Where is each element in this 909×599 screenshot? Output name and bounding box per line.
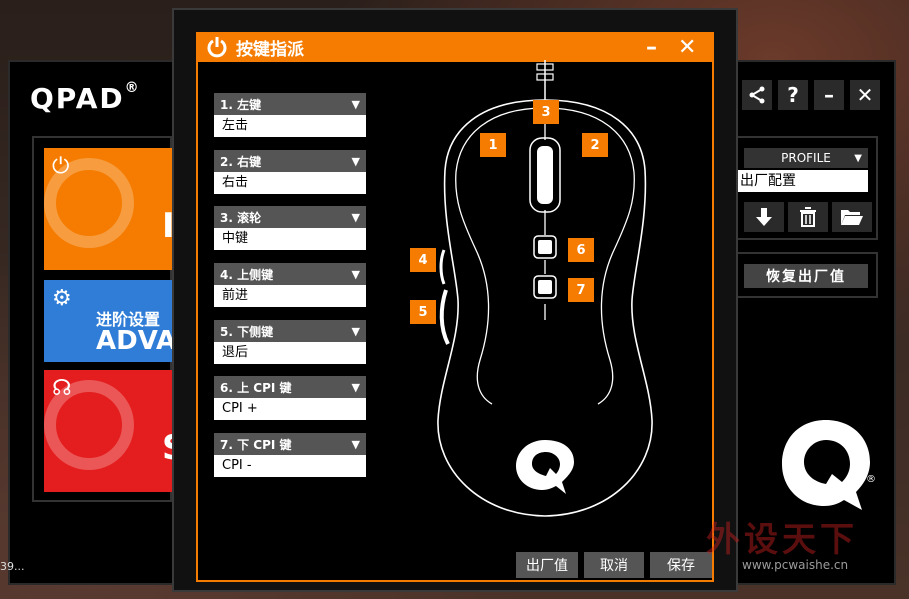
profile-dropdown[interactable]: PROFILE ▼ (744, 148, 868, 168)
key-label: 6. 上 CPI 键 (220, 380, 292, 395)
key-value[interactable]: 中键 (214, 228, 366, 250)
chevron-down-icon: ▼ (351, 154, 360, 168)
profile-actions (744, 202, 872, 232)
mouse-badge-3: 3 (533, 100, 559, 124)
chevron-down-icon: ▼ (351, 210, 360, 224)
chevron-down-icon: ▼ (351, 97, 360, 111)
key-value[interactable]: 前进 (214, 285, 366, 307)
key-dropdown[interactable]: 4. 上侧键 ▼ (214, 263, 366, 285)
mouse-badge-7: 7 (568, 278, 594, 302)
trash-icon[interactable] (788, 202, 828, 232)
key-label: 1. 左键 (220, 97, 262, 112)
mouse-diagram (437, 60, 653, 517)
key-value[interactable]: 左击 (214, 115, 366, 137)
restore-defaults-button[interactable]: 恢复出厂值 (744, 264, 868, 288)
close-icon[interactable]: ✕ (850, 80, 880, 110)
key-assignment-6: 6. 上 CPI 键 ▼ CPI + (214, 376, 366, 420)
chevron-down-icon: ▼ (351, 380, 360, 394)
folder-open-icon[interactable] (832, 202, 872, 232)
watermark-logo: 外设天下 (706, 520, 858, 560)
key-label: 3. 滚轮 (220, 210, 262, 225)
save-button[interactable]: 保存 (650, 552, 712, 578)
key-label: 7. 下 CPI 键 (220, 437, 292, 452)
key-dropdown[interactable]: 7. 下 CPI 键 ▼ (214, 433, 366, 455)
key-dropdown[interactable]: 3. 滚轮 ▼ (214, 206, 366, 228)
brand-registered-mark: ® (866, 474, 876, 485)
key-value[interactable]: CPI - (214, 455, 366, 477)
mouse-badge-2: 2 (582, 133, 608, 157)
download-icon[interactable] (744, 202, 784, 232)
dialog-title: 按键指派 (236, 39, 304, 60)
dialog-titlebar[interactable]: 按键指派 – ✕ (196, 32, 714, 62)
chevron-down-icon: ▼ (351, 437, 360, 451)
key-assignment-5: 5. 下侧键 ▼ 退后 (214, 320, 366, 364)
power-icon: ⏻ (52, 154, 70, 179)
minimize-icon[interactable]: – (814, 80, 844, 110)
mouse-badge-5: 5 (410, 300, 436, 324)
key-assignment-1: 1. 左键 ▼ 左击 (214, 93, 366, 137)
key-label: 5. 下侧键 (220, 324, 274, 339)
advanced-settings-tile[interactable]: ⚙ 进阶设置 ADVA (44, 280, 172, 362)
feature-tiles: ⏻ I ⚙ 进阶设置 ADVA ☊ S (32, 136, 172, 502)
window-controls: ? – ✕ (742, 80, 880, 110)
key-dropdown[interactable]: 1. 左键 ▼ (214, 93, 366, 115)
gear-icon: ⚙ (52, 286, 72, 311)
power-icon (207, 37, 227, 58)
profile-value[interactable]: 出厂配置 (736, 170, 868, 192)
support-tile[interactable]: ☊ S (44, 370, 172, 492)
tile-cut-text: S (162, 428, 172, 468)
power-tile[interactable]: ⏻ I (44, 148, 172, 270)
chevron-down-icon: ▼ (351, 324, 360, 338)
key-label: 4. 上侧键 (220, 267, 274, 282)
profile-panel: PROFILE ▼ 出厂配置 (734, 136, 878, 240)
help-icon[interactable]: ? (778, 80, 808, 110)
cancel-button[interactable]: 取消 (584, 552, 644, 578)
restore-panel: 恢复出厂值 (734, 252, 878, 298)
chevron-down-icon: ▼ (351, 267, 360, 281)
mouse-badge-6: 6 (568, 238, 594, 262)
advanced-label-en: ADVA (96, 326, 172, 356)
mouse-badge-4: 4 (410, 248, 436, 272)
key-assignment-3: 3. 滚轮 ▼ 中键 (214, 206, 366, 250)
key-assignment-2: 2. 右键 ▼ 右击 (214, 150, 366, 194)
key-assignment-4: 4. 上侧键 ▼ 前进 (214, 263, 366, 307)
watermark-url: www.pcwaishe.cn (742, 558, 849, 572)
key-dropdown[interactable]: 6. 上 CPI 键 ▼ (214, 376, 366, 398)
qpad-logo: QPAD® (30, 79, 141, 115)
dialog-close-icon[interactable]: ✕ (678, 35, 696, 60)
tile-cut-text: I (162, 206, 172, 246)
key-value[interactable]: 右击 (214, 172, 366, 194)
mouse-badge-1: 1 (480, 133, 506, 157)
share-icon[interactable] (742, 80, 772, 110)
chevron-down-icon: ▼ (854, 152, 862, 164)
profile-label: PROFILE (781, 151, 831, 165)
brand-q-logo (782, 420, 870, 510)
background-text: 39... (0, 560, 25, 573)
dialog-minimize-icon[interactable]: – (646, 35, 657, 60)
key-value[interactable]: CPI + (214, 398, 366, 420)
key-value[interactable]: 退后 (214, 342, 366, 364)
key-dropdown[interactable]: 5. 下侧键 ▼ (214, 320, 366, 342)
headset-icon: ☊ (52, 376, 72, 401)
key-label: 2. 右键 (220, 154, 262, 169)
key-assignment-7: 7. 下 CPI 键 ▼ CPI - (214, 433, 366, 477)
factory-default-button[interactable]: 出厂值 (516, 552, 578, 578)
key-dropdown[interactable]: 2. 右键 ▼ (214, 150, 366, 172)
